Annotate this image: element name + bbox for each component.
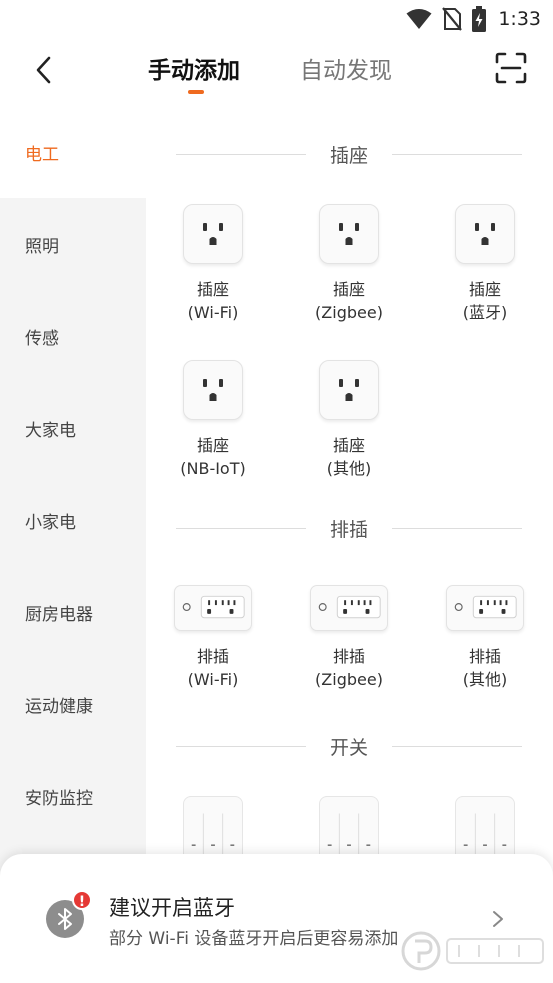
section-header-power-strips: 排插 (176, 513, 523, 543)
device-wall-switch[interactable] (425, 796, 545, 858)
device-label: 插座 (NB-IoT) (180, 436, 246, 478)
device-label: 插座 (Wi-Fi) (187, 280, 239, 322)
sidebar-item-kitchen[interactable]: 厨房电器 (0, 566, 146, 658)
bluetooth-prompt[interactable]: ! 建议开启蓝牙 部分 Wi-Fi 设备蓝牙开启后更容易添加 (0, 854, 553, 983)
sidebar-item-small-appliance[interactable]: 小家电 (0, 474, 146, 566)
header: 手动添加 自动发现 (0, 38, 553, 106)
divider-line (176, 745, 306, 747)
section-header-switches: 开关 (176, 731, 523, 761)
divider-line (392, 153, 523, 155)
sidebar-item-fitness[interactable]: 运动健康 (0, 658, 146, 750)
divider-line (392, 745, 523, 747)
status-time: 1:33 (498, 8, 541, 30)
back-button[interactable] (26, 52, 62, 88)
power-strip-icon (174, 585, 252, 631)
alert-badge: ! (72, 890, 92, 910)
device-socket-wifi[interactable]: 插座 (Wi-Fi) (153, 204, 273, 324)
wall-switch-icon (319, 796, 379, 858)
chevron-right-icon[interactable] (491, 909, 505, 929)
section-header-sockets: 插座 (176, 139, 523, 169)
watermark-logo-icon (401, 931, 544, 971)
bluetooth-prompt-subtitle: 部分 Wi-Fi 设备蓝牙开启后更容易添加 (109, 929, 399, 949)
section-title: 开关 (330, 736, 369, 759)
socket-icon (183, 360, 243, 420)
wall-switch-icon (183, 796, 243, 858)
device-label: 排插 (Wi-Fi) (187, 647, 239, 689)
socket-icon (319, 204, 379, 264)
device-wall-switch[interactable] (153, 796, 273, 858)
tab-auto-discover[interactable]: 自动发现 (300, 54, 392, 88)
device-label: 排插 (Zigbee) (315, 647, 383, 689)
wifi-icon (406, 9, 432, 29)
sidebar-item-electrician[interactable]: 电工 (0, 106, 146, 198)
device-power-strip-wifi[interactable]: 排插 (Wi-Fi) (153, 585, 273, 691)
scan-icon[interactable] (495, 52, 527, 84)
status-bar: 1:33 (0, 0, 553, 38)
device-socket-other[interactable]: 插座 (其他) (289, 360, 409, 480)
device-socket-zigbee[interactable]: 插座 (Zigbee) (289, 204, 409, 324)
divider-line (176, 153, 306, 155)
socket-icon (319, 360, 379, 420)
sidebar-item-large-appliance[interactable]: 大家电 (0, 382, 146, 474)
status-icons: 1:33 (406, 6, 541, 32)
category-sidebar: 电工 照明 传感 大家电 小家电 厨房电器 运动健康 安防监控 (0, 106, 146, 983)
device-label: 排插 (其他) (462, 647, 508, 689)
divider-line (392, 527, 523, 529)
device-socket-nbiot[interactable]: 插座 (NB-IoT) (153, 360, 273, 480)
section-title: 插座 (330, 144, 369, 167)
sidebar-item-lighting[interactable]: 照明 (0, 198, 146, 290)
device-power-strip-zigbee[interactable]: 排插 (Zigbee) (289, 585, 409, 691)
power-strip-icon (310, 585, 388, 631)
device-grid: 插座 插座 (Wi-Fi) 插座 (Zigbee) 插座 (蓝牙) 插座 (NB-IoT… (146, 106, 553, 983)
sidebar-item-sensor[interactable]: 传感 (0, 290, 146, 382)
power-strip-icon (446, 585, 524, 631)
device-label: 插座 (其他) (326, 436, 372, 478)
socket-icon (455, 204, 515, 264)
tab-active-indicator (188, 90, 204, 94)
wall-switch-icon (455, 796, 515, 858)
bluetooth-prompt-title: 建议开启蓝牙 (109, 896, 235, 920)
section-title: 排插 (330, 518, 369, 541)
tab-manual-add[interactable]: 手动添加 (148, 54, 240, 88)
no-sim-icon (442, 7, 463, 31)
battery-charging-icon (472, 6, 487, 32)
device-label: 插座 (Zigbee) (315, 280, 383, 322)
device-label: 插座 (蓝牙) (462, 280, 508, 322)
divider-line (176, 527, 306, 529)
sidebar-item-security[interactable]: 安防监控 (0, 750, 146, 842)
device-wall-switch[interactable] (289, 796, 409, 858)
device-socket-bluetooth[interactable]: 插座 (蓝牙) (425, 204, 545, 324)
device-power-strip-other[interactable]: 排插 (其他) (425, 585, 545, 691)
socket-icon (183, 204, 243, 264)
chevron-left-icon (36, 56, 51, 84)
